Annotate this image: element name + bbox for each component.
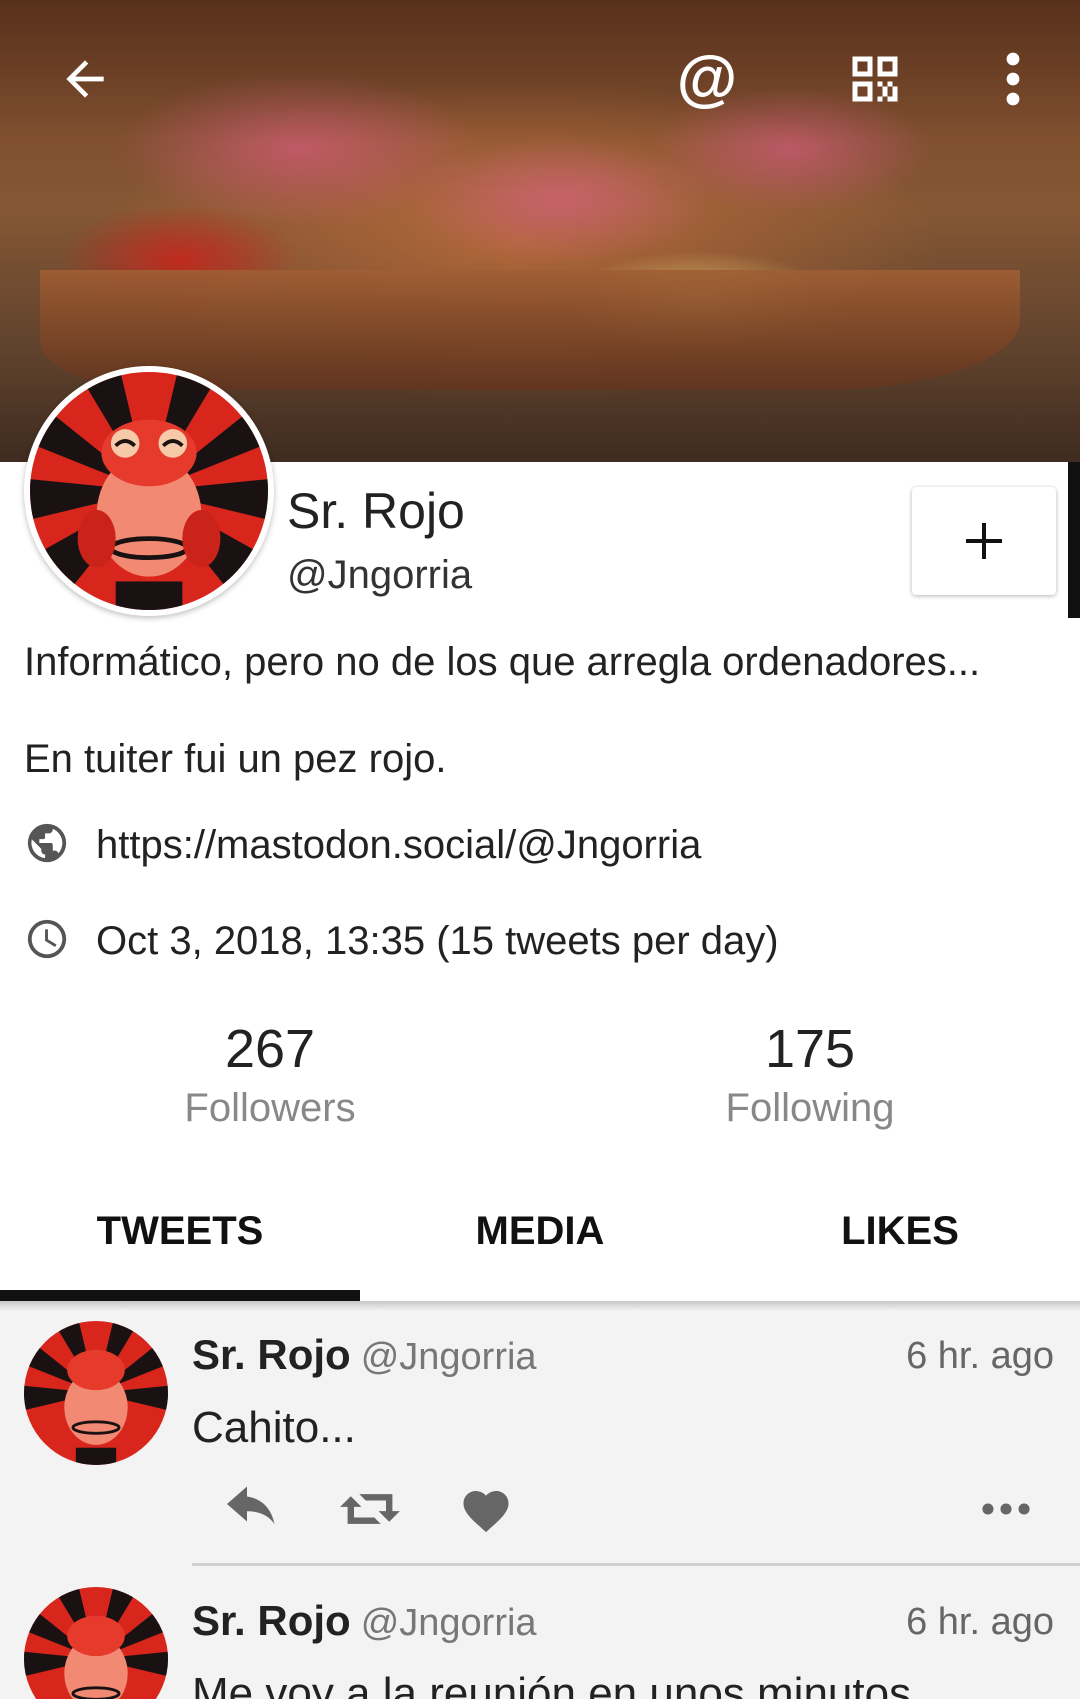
tweet-text: Me voy a la reunión en unos minutos [192,1669,912,1699]
tweet-author: Sr. Rojo @Jngorria [192,1597,537,1645]
tweet-author-name: Sr. Rojo [192,1597,351,1644]
following-label: Following [725,1086,895,1130]
tweet-timeline: Sr. Rojo @Jngorria 6 hr. ago Cahito... S… [0,1301,1080,1699]
back-arrow-icon[interactable] [50,44,120,114]
tab-tweets[interactable]: TWEETS [0,1160,360,1302]
profile-avatar[interactable] [24,366,274,616]
tweet-actions [192,1469,1056,1549]
followers-count: 267 [224,1019,316,1079]
tabs-shadow [0,1301,1080,1311]
heart-icon[interactable] [446,1469,526,1549]
more-horizontal-icon[interactable] [966,1469,1046,1549]
profile-display-name: Sr. Rojo [287,483,465,539]
profile-website-row[interactable]: https://mastodon.social/@Jngorria [24,820,701,871]
qr-code-icon[interactable] [840,44,910,114]
mention-icon[interactable]: @ [672,44,742,114]
profile-handle: @Jngorria [287,553,473,597]
tweet-item[interactable]: Sr. Rojo @Jngorria 6 hr. ago Me voy a la … [0,1567,1080,1699]
scroll-indicator [1068,462,1080,618]
tweet-text: Cahito... [192,1403,356,1452]
profile-joined-row: Oct 3, 2018, 13:35 (15 tweets per day) [24,916,779,967]
profile-joined-text: Oct 3, 2018, 13:35 (15 tweets per day) [96,919,779,963]
followers-stat[interactable]: 267 Followers [120,1018,420,1131]
retweet-icon[interactable] [330,1469,410,1549]
tweet-author-handle: @Jngorria [360,1602,537,1644]
tweet-avatar[interactable] [24,1321,168,1465]
tab-likes[interactable]: LIKES [720,1160,1080,1302]
following-stat[interactable]: 175 Following [660,1018,960,1131]
globe-icon [24,820,70,871]
tweet-author-name: Sr. Rojo [192,1331,351,1378]
profile-tabs: TWEETS MEDIA LIKES [0,1160,1080,1302]
tweet-item[interactable]: Sr. Rojo @Jngorria 6 hr. ago Cahito... [0,1301,1080,1567]
tweet-avatar[interactable] [24,1587,168,1699]
following-count: 175 [764,1019,856,1079]
tweet-author-handle: @Jngorria [360,1336,537,1378]
profile-bio: Informático, pero no de los que arregla … [24,640,981,684]
profile-website-link[interactable]: https://mastodon.social/@Jngorria [96,823,701,868]
plus-icon [966,523,1002,559]
tweet-timestamp: 6 hr. ago [906,1601,1054,1643]
follow-button[interactable] [912,487,1056,595]
tab-media[interactable]: MEDIA [360,1160,720,1302]
clock-icon [24,916,70,967]
more-vertical-icon[interactable] [978,44,1048,114]
reply-icon[interactable] [212,1469,292,1549]
tweet-author: Sr. Rojo @Jngorria [192,1331,537,1379]
tweet-divider [192,1563,1080,1566]
followers-label: Followers [184,1086,356,1130]
tweet-timestamp: 6 hr. ago [906,1335,1054,1377]
active-tab-indicator [0,1290,360,1301]
profile-bio-secondary: En tuiter fui un pez rojo. [24,737,447,781]
